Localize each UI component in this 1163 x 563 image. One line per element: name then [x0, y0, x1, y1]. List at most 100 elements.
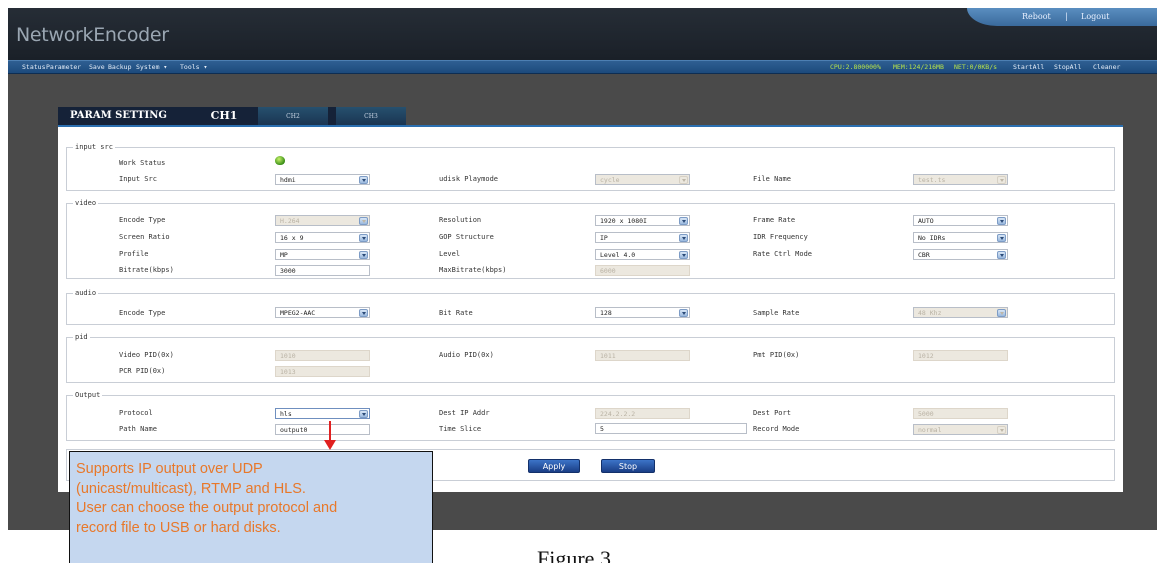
work-status-icon — [275, 156, 285, 165]
menu-status[interactable]: Status — [22, 63, 45, 71]
output-legend: Output — [75, 391, 101, 399]
pmt-pid-label: Pmt PID(0x) — [753, 351, 800, 359]
top-right-links: Reboot | Logout — [967, 8, 1157, 26]
cleaner-button[interactable]: Cleaner — [1093, 63, 1120, 71]
menu-system[interactable]: System ▾ — [136, 63, 167, 71]
gop-structure-select[interactable]: IP — [595, 232, 690, 243]
file-name-select[interactable]: test.ts — [913, 174, 1008, 185]
chevron-down-icon — [359, 410, 368, 418]
audio-pid-input[interactable]: 1011 — [595, 350, 690, 361]
dest-ip-input[interactable]: 224.2.2.2 — [595, 408, 690, 419]
sample-rate-select[interactable]: 48 Khz — [913, 307, 1008, 318]
audio-legend: audio — [75, 289, 97, 297]
work-status-label: Work Status — [119, 159, 166, 167]
protocol-label: Protocol — [119, 409, 153, 417]
chevron-down-icon — [997, 309, 1006, 317]
chevron-down-icon — [359, 309, 368, 317]
annotation-arrow-line — [329, 421, 331, 442]
cpu-stat: CPU:2.800000% — [830, 63, 881, 71]
input-src-legend: input src — [75, 143, 113, 151]
chevron-down-icon — [359, 234, 368, 242]
figure-caption: Figure 3 — [537, 546, 611, 563]
pcr-pid-input[interactable]: 1013 — [275, 366, 370, 377]
chevron-down-icon — [997, 234, 1006, 242]
logout-link[interactable]: Logout — [1081, 12, 1109, 21]
apply-button[interactable]: Apply — [528, 459, 580, 473]
video-pid-input[interactable]: 1010 — [275, 350, 370, 361]
max-bitrate-label: MaxBitrate(kbps) — [439, 266, 507, 274]
annotation-callout: Supports IP output over UDP (unicast/mul… — [69, 451, 433, 563]
stop-all-button[interactable]: StopAll — [1054, 63, 1081, 71]
stop-button[interactable]: Stop — [601, 459, 655, 473]
protocol-select[interactable]: hls — [275, 408, 370, 419]
video-pid-label: Video PID(0x) — [119, 351, 174, 359]
reboot-link[interactable]: Reboot — [1022, 12, 1051, 21]
audio-pid-label: Audio PID(0x) — [439, 351, 494, 359]
file-name-label: File Name — [753, 175, 791, 183]
bit-rate-label: Bit Rate — [439, 309, 473, 317]
resolution-select[interactable]: 1920 x 1080I — [595, 215, 690, 226]
callout-line: (unicast/multicast), RTMP and HLS. — [76, 480, 306, 497]
time-slice-input[interactable]: 5 — [595, 423, 747, 434]
menu-tools[interactable]: Tools ▾ — [180, 63, 207, 71]
dest-ip-label: Dest IP Addr — [439, 409, 490, 417]
path-name-input[interactable]: output0 — [275, 424, 370, 435]
profile-select[interactable]: MP — [275, 249, 370, 260]
rate-ctrl-mode-select[interactable]: CBR — [913, 249, 1008, 260]
pmt-pid-input[interactable]: 1012 — [913, 350, 1008, 361]
pid-legend: pid — [75, 333, 88, 341]
video-legend: video — [75, 199, 97, 207]
chevron-down-icon — [997, 251, 1006, 259]
menu-bar: Status Parameter Save Backup System ▾ To… — [8, 60, 1157, 74]
menu-parameter[interactable]: Parameter — [46, 63, 81, 71]
screen-ratio-label: Screen Ratio — [119, 233, 170, 241]
screen-ratio-select[interactable]: 16 x 9 — [275, 232, 370, 243]
frame-rate-select[interactable]: AUTO — [913, 215, 1008, 226]
sample-rate-label: Sample Rate — [753, 309, 800, 317]
udisk-playmode-label: udisk Playmode — [439, 175, 499, 183]
max-bitrate-input[interactable]: 6000 — [595, 265, 690, 276]
record-mode-select[interactable]: normal — [913, 424, 1008, 435]
level-label: Level — [439, 250, 461, 258]
channel-tabs: PARAM SETTING CH1 CH2 CH3 — [58, 107, 406, 125]
time-slice-label: Time Slice — [439, 425, 482, 433]
video-encode-type-select[interactable]: H.264 — [275, 215, 370, 226]
idr-frequency-label: IDR Frequency — [753, 233, 808, 241]
audio-encode-type-label: Encode Type — [119, 309, 166, 317]
dest-port-input[interactable]: 5000 — [913, 408, 1008, 419]
resolution-label: Resolution — [439, 216, 482, 224]
path-name-label: Path Name — [119, 425, 157, 433]
bit-rate-select[interactable]: 128 — [595, 307, 690, 318]
chevron-down-icon — [359, 251, 368, 259]
tab-ch1[interactable]: CH1 — [198, 107, 250, 125]
chevron-down-icon — [679, 251, 688, 259]
tab-ch2[interactable]: CH2 — [258, 107, 328, 125]
input-src-select[interactable]: hdmi — [275, 174, 370, 185]
logo: NetworkEncoder — [16, 24, 169, 46]
chevron-down-icon — [679, 176, 688, 184]
profile-label: Profile — [119, 250, 149, 258]
chevron-down-icon — [679, 309, 688, 317]
audio-encode-type-select[interactable]: MPEG2-AAC — [275, 307, 370, 318]
link-separator: | — [1065, 12, 1068, 21]
bitrate-label: Bitrate(kbps) — [119, 266, 174, 274]
udisk-playmode-select[interactable]: cycle — [595, 174, 690, 185]
chevron-down-icon — [679, 217, 688, 225]
tab-ch3[interactable]: CH3 — [336, 107, 406, 125]
annotation-arrow-head — [324, 440, 336, 450]
menu-backup[interactable]: Backup — [108, 63, 131, 71]
callout-line: record file to USB or hard disks. — [76, 519, 281, 536]
net-stat: NET:0/0KB/s — [954, 63, 998, 71]
idr-frequency-select[interactable]: No IDRs — [913, 232, 1008, 243]
param-panel: input src Work Status Input Src hdmi udi… — [58, 125, 1123, 492]
callout-line: Supports IP output over UDP — [76, 461, 263, 477]
chevron-down-icon — [359, 176, 368, 184]
start-all-button[interactable]: StartAll — [1013, 63, 1044, 71]
menu-save[interactable]: Save — [89, 63, 105, 71]
chevron-down-icon — [997, 426, 1006, 434]
level-select[interactable]: Level 4.0 — [595, 249, 690, 260]
frame-rate-label: Frame Rate — [753, 216, 796, 224]
dest-port-label: Dest Port — [753, 409, 791, 417]
bitrate-input[interactable]: 3000 — [275, 265, 370, 276]
input-src-label: Input Src — [119, 175, 157, 183]
